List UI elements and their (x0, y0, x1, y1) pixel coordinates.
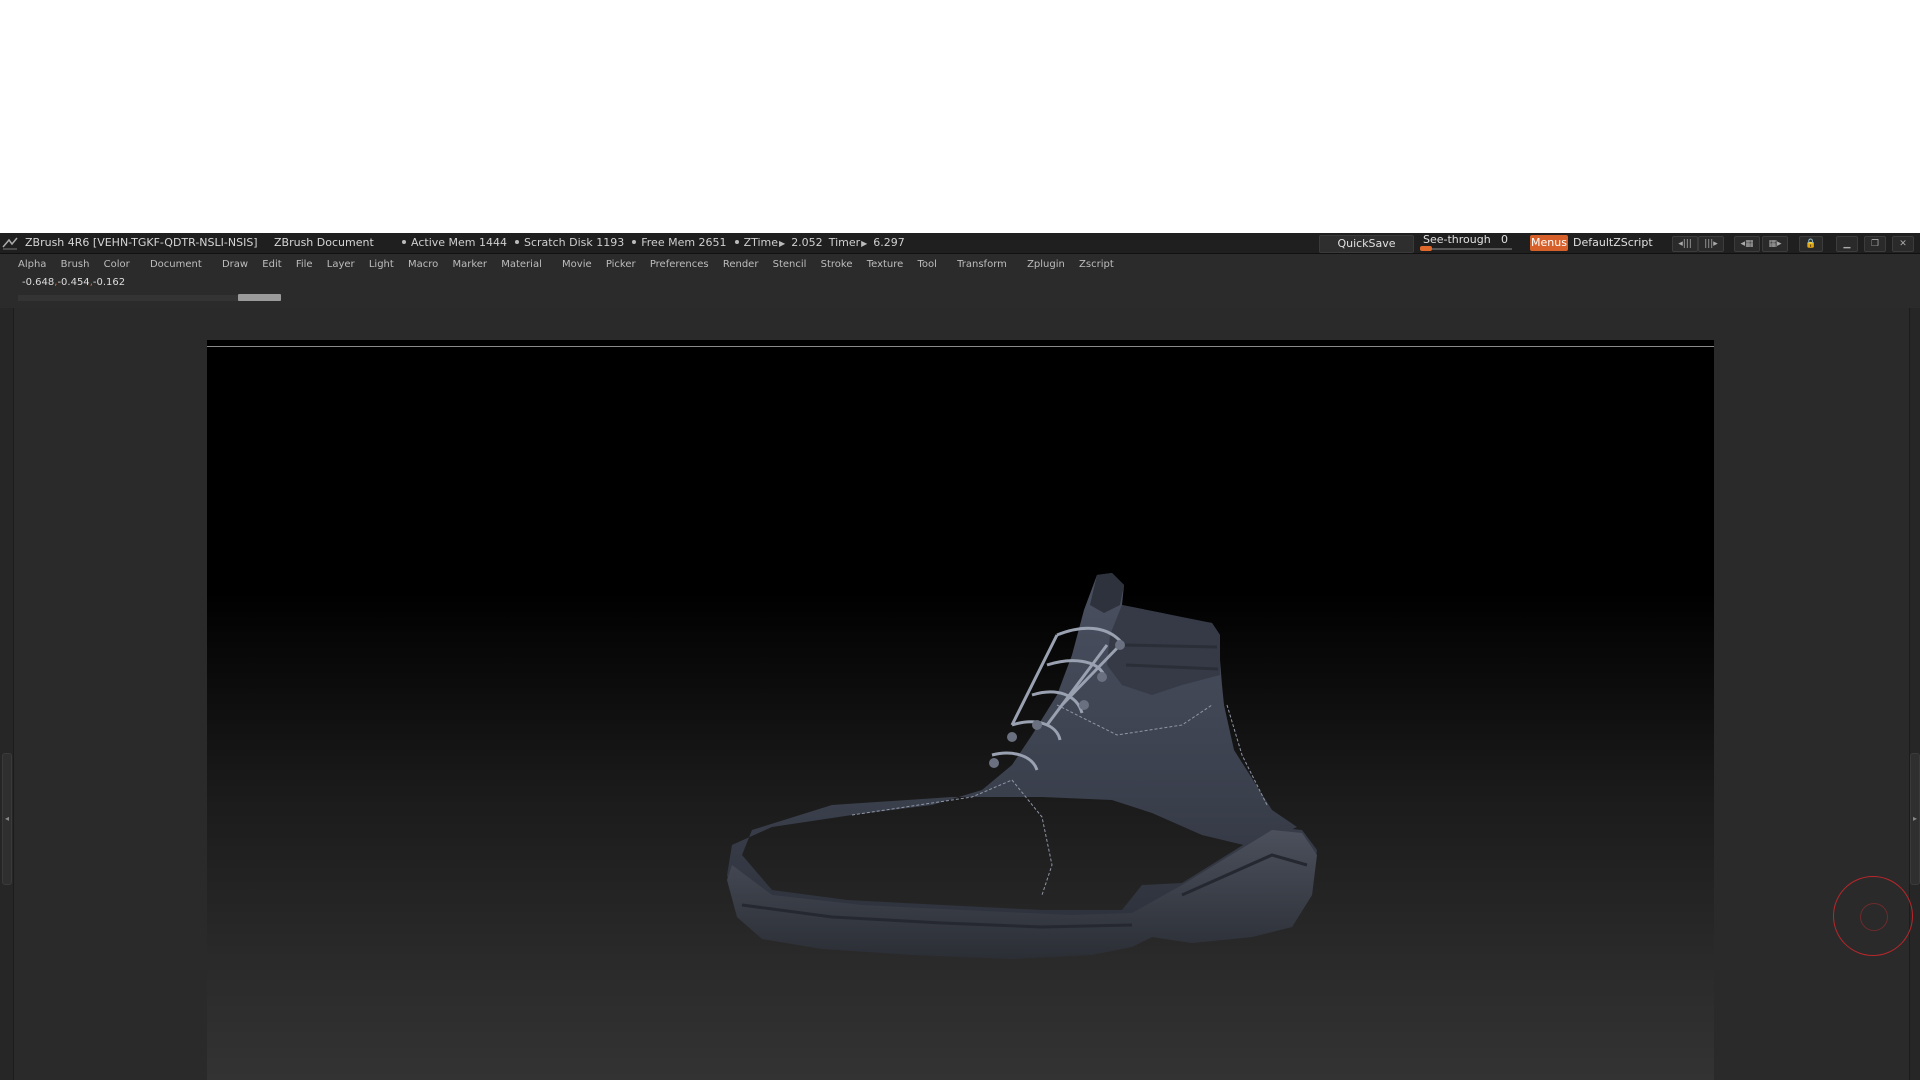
menus-toggle-button[interactable]: Menus (1530, 235, 1568, 251)
document-title: ZBrush Document (274, 236, 374, 249)
memory-stats: Active Mem 1444 Scratch Disk 1193 Free Mem… (400, 233, 911, 254)
timer-value: 6.297 (873, 236, 905, 249)
menu-stroke[interactable]: Stroke (817, 257, 857, 273)
slider-knob[interactable] (1420, 246, 1432, 251)
default-zscript-button[interactable]: DefaultZScript (1573, 233, 1653, 253)
main-menu-bar: Alpha Brush Color Document Draw Edit Fil… (14, 257, 1121, 273)
menu-tool[interactable]: Tool (914, 257, 941, 273)
ring-center[interactable] (1860, 903, 1888, 931)
layout-icon[interactable]: ◂▦ (1734, 236, 1760, 252)
bullet-icon (734, 240, 739, 244)
lock-icon[interactable]: 🔒 (1799, 236, 1823, 252)
menu-zplugin[interactable]: Zplugin (1023, 257, 1069, 273)
layout-2-icon[interactable]: ▦▸ (1762, 236, 1788, 252)
menu-movie[interactable]: Movie (558, 257, 596, 273)
menu-preferences[interactable]: Preferences (646, 257, 713, 273)
menu-material[interactable]: Material (497, 257, 546, 273)
ztime-label: ZTime (743, 236, 779, 249)
left-tray[interactable]: ◂ (0, 308, 14, 1080)
lightbox-navigation-ring[interactable] (1833, 876, 1913, 956)
menu-color[interactable]: Color (100, 257, 134, 273)
title-bar: ZBrush 4R6 [VEHN-TGKF-QDTR-NSLI-NSIS] ZB… (0, 233, 1920, 254)
menu-transform[interactable]: Transform (953, 257, 1011, 273)
boot-model[interactable] (712, 565, 1392, 975)
menu-draw[interactable]: Draw (218, 257, 252, 273)
menu-layer[interactable]: Layer (323, 257, 359, 273)
menu-light[interactable]: Light (365, 257, 398, 273)
see-through-value: 0 (1501, 233, 1508, 246)
bullet-icon (402, 240, 406, 244)
free-mem: Free Mem 2651 (641, 236, 727, 249)
close-icon[interactable]: ✕ (1892, 236, 1914, 252)
see-through-slider[interactable]: See-through 0 (1420, 234, 1512, 252)
cursor-coordinates: -0.648,-0.454,-0.162 (22, 277, 125, 289)
menu-edit[interactable]: Edit (258, 257, 285, 273)
ztime-value: 2.052 (791, 236, 823, 249)
bullet-icon (632, 240, 637, 244)
progress-indicator (238, 294, 281, 301)
slider-track[interactable] (1420, 248, 1512, 250)
shelf-left-icon[interactable]: ◂||| (1672, 236, 1698, 252)
menu-alpha[interactable]: Alpha (14, 257, 50, 273)
progress-bar (18, 294, 281, 301)
arrow-icon: ▶ (779, 239, 786, 248)
menu-stencil[interactable]: Stencil (769, 257, 811, 273)
shelf-right-icon[interactable]: |||▸ (1698, 236, 1724, 252)
zbrush-window: ZBrush 4R6 [VEHN-TGKF-QDTR-NSLI-NSIS] ZB… (0, 233, 1920, 1080)
menu-macro[interactable]: Macro (404, 257, 442, 273)
menu-brush[interactable]: Brush (57, 257, 94, 273)
active-mem: Active Mem 1444 (411, 236, 507, 249)
boot-sole (727, 830, 1317, 959)
app-title: ZBrush 4R6 [VEHN-TGKF-QDTR-NSLI-NSIS] (25, 236, 258, 249)
menu-picker[interactable]: Picker (602, 257, 640, 273)
menu-marker[interactable]: Marker (448, 257, 491, 273)
menu-render[interactable]: Render (719, 257, 763, 273)
scratch-disk: Scratch Disk 1193 (524, 236, 625, 249)
menu-file[interactable]: File (292, 257, 317, 273)
see-through-label: See-through (1423, 233, 1491, 246)
right-tray[interactable]: ▸ (1909, 308, 1920, 1080)
quicksave-button[interactable]: QuickSave (1319, 235, 1414, 253)
right-tray-toggle-icon[interactable]: ▸ (1910, 753, 1920, 885)
coord-z: -0.162 (92, 277, 126, 288)
document-viewport[interactable] (207, 340, 1714, 1080)
menu-zscript[interactable]: Zscript (1075, 257, 1118, 273)
zbrush-logo-icon[interactable] (2, 236, 18, 250)
coord-x: -0.648 (22, 277, 55, 288)
coord-y: -0.454 (57, 277, 90, 288)
menu-texture[interactable]: Texture (863, 257, 908, 273)
minimize-icon[interactable]: ▁ (1836, 236, 1858, 252)
menu-document[interactable]: Document (146, 257, 206, 273)
viewport-top-border (207, 346, 1714, 347)
timer-label: Timer (828, 236, 861, 249)
arrow-icon: ▶ (861, 239, 868, 248)
restore-icon[interactable]: ❐ (1864, 236, 1886, 252)
left-tray-toggle-icon[interactable]: ◂ (2, 753, 12, 885)
bullet-icon (515, 240, 519, 244)
